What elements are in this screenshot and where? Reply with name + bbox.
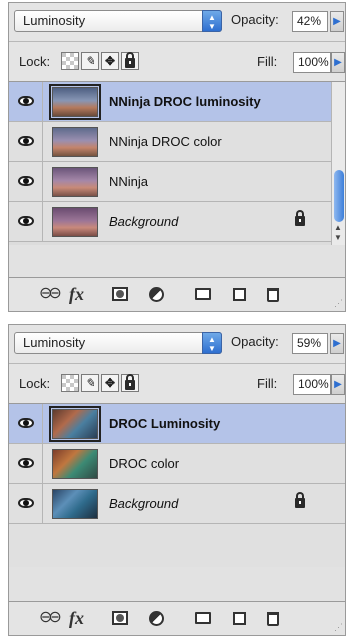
layer-thumbnail bbox=[49, 406, 101, 442]
lock-paint-icon[interactable]: ✎ bbox=[81, 52, 99, 70]
layer-name: DROC Luminosity bbox=[109, 416, 221, 431]
visibility-toggle[interactable] bbox=[9, 202, 43, 241]
blend-mode-select[interactable]: Luminosity ▲ ▼ bbox=[14, 10, 222, 32]
lock-label: Lock: bbox=[19, 376, 51, 391]
layer-row[interactable]: DROC color bbox=[9, 444, 345, 484]
add-mask-icon[interactable] bbox=[112, 287, 128, 301]
layer-row[interactable]: NNinja bbox=[9, 162, 345, 202]
lock-icon bbox=[295, 492, 305, 508]
lock-icon bbox=[125, 374, 135, 390]
layers-toolbar: ⊖⊖ fx ⋰ bbox=[9, 277, 345, 311]
layer-thumbnail bbox=[52, 127, 98, 157]
panel-options-bar: Luminosity ▲ ▼ Opacity: 59% ▶ bbox=[9, 325, 345, 363]
adjustment-layer-icon[interactable] bbox=[149, 611, 164, 626]
eye-icon bbox=[18, 458, 34, 468]
chevron-updown-icon[interactable]: ▲ ▼ bbox=[202, 10, 222, 32]
folder-icon[interactable] bbox=[195, 288, 211, 300]
fill-slider-arrow-icon[interactable]: ▶ bbox=[331, 52, 345, 73]
layers-panel-bottom: Luminosity ▲ ▼ Opacity: 59% ▶ Lock: ✎ ✥ F… bbox=[8, 324, 346, 636]
lock-position-icon[interactable]: ✥ bbox=[101, 52, 119, 70]
adjustment-layer-icon[interactable] bbox=[149, 287, 164, 302]
trash-icon[interactable] bbox=[267, 612, 279, 626]
layer-row[interactable]: Background bbox=[9, 202, 345, 242]
blend-mode-value: Luminosity bbox=[23, 13, 86, 28]
resize-grip-icon[interactable]: ⋰ bbox=[334, 622, 343, 633]
lock-transparency-icon[interactable] bbox=[61, 52, 79, 70]
eye-icon bbox=[18, 418, 34, 428]
blend-mode-value: Luminosity bbox=[23, 335, 86, 350]
fill-slider-arrow-icon[interactable]: ▶ bbox=[331, 374, 345, 395]
layer-name: NNinja DROC color bbox=[109, 134, 222, 149]
eye-icon bbox=[18, 176, 34, 186]
layer-thumbnail bbox=[52, 449, 98, 479]
visibility-toggle[interactable] bbox=[9, 444, 43, 483]
layer-thumbnail bbox=[52, 489, 98, 519]
lock-position-icon[interactable]: ✥ bbox=[101, 374, 119, 392]
scrollbar-thumb[interactable] bbox=[334, 170, 344, 222]
visibility-toggle[interactable] bbox=[9, 162, 43, 201]
layer-row[interactable]: NNinja DROC color bbox=[9, 122, 345, 162]
visibility-toggle[interactable] bbox=[9, 122, 43, 161]
layer-row[interactable]: DROC Luminosity bbox=[9, 404, 345, 444]
opacity-label: Opacity: bbox=[231, 334, 279, 349]
scroll-down-icon[interactable]: ▼ bbox=[334, 233, 342, 242]
link-layers-icon[interactable]: ⊖⊖ bbox=[39, 285, 62, 303]
fill-label: Fill: bbox=[257, 54, 278, 69]
resize-grip-icon[interactable]: ⋰ bbox=[334, 298, 343, 309]
lock-label: Lock: bbox=[19, 54, 51, 69]
layer-name: NNinja bbox=[109, 174, 149, 189]
layer-name: DROC color bbox=[109, 456, 180, 471]
add-mask-icon[interactable] bbox=[112, 611, 128, 625]
link-layers-icon[interactable]: ⊖⊖ bbox=[39, 609, 62, 627]
chevron-updown-icon[interactable]: ▲ ▼ bbox=[202, 332, 222, 354]
opacity-field[interactable]: 42% bbox=[292, 11, 328, 32]
layers-list: DROC Luminosity DROC color Background bbox=[9, 403, 345, 567]
eye-icon bbox=[18, 216, 34, 226]
new-layer-icon[interactable] bbox=[233, 288, 246, 301]
layer-row[interactable]: NNinja DROC luminosity bbox=[9, 82, 345, 122]
lock-icon bbox=[125, 52, 135, 68]
fill-field[interactable]: 100% bbox=[293, 374, 331, 395]
layers-toolbar: ⊖⊖ fx ⋰ bbox=[9, 601, 345, 635]
lock-icon bbox=[295, 210, 305, 226]
scroll-up-icon[interactable]: ▲ bbox=[334, 223, 342, 232]
lock-transparency-icon[interactable] bbox=[61, 374, 79, 392]
eye-icon bbox=[18, 136, 34, 146]
eye-icon bbox=[18, 96, 34, 106]
visibility-toggle[interactable] bbox=[9, 484, 43, 523]
folder-icon[interactable] bbox=[195, 612, 211, 624]
eye-icon bbox=[18, 498, 34, 508]
layers-scrollbar[interactable]: ▲ ▼ bbox=[331, 82, 345, 245]
layer-name: Background bbox=[109, 496, 179, 511]
trash-icon[interactable] bbox=[267, 288, 279, 302]
layers-panel-top: Luminosity ▲ ▼ Opacity: 42% ▶ Lock: ✎ ✥ F… bbox=[8, 2, 346, 312]
opacity-label: Opacity: bbox=[231, 12, 279, 27]
layer-thumbnail bbox=[52, 167, 98, 197]
layer-name: NNinja DROC luminosity bbox=[109, 94, 261, 109]
lock-paint-icon[interactable]: ✎ bbox=[81, 374, 99, 392]
opacity-slider-arrow-icon[interactable]: ▶ bbox=[330, 11, 344, 32]
lock-bar: Lock: ✎ ✥ Fill: 100% ▶ bbox=[9, 41, 345, 81]
layer-thumbnail bbox=[49, 84, 101, 120]
layers-list: NNinja DROC luminosity NNinja DROC color… bbox=[9, 81, 345, 245]
layer-style-icon[interactable]: fx bbox=[69, 609, 84, 627]
opacity-field[interactable]: 59% bbox=[292, 333, 328, 354]
lock-bar: Lock: ✎ ✥ Fill: 100% ▶ bbox=[9, 363, 345, 403]
new-layer-icon[interactable] bbox=[233, 612, 246, 625]
layer-thumbnail bbox=[52, 207, 98, 237]
opacity-slider-arrow-icon[interactable]: ▶ bbox=[330, 333, 344, 354]
panel-options-bar: Luminosity ▲ ▼ Opacity: 42% ▶ bbox=[9, 3, 345, 41]
layer-style-icon[interactable]: fx bbox=[69, 285, 84, 303]
fill-label: Fill: bbox=[257, 376, 278, 391]
blend-mode-select[interactable]: Luminosity ▲ ▼ bbox=[14, 332, 222, 354]
layer-name: Background bbox=[109, 214, 179, 229]
visibility-toggle[interactable] bbox=[9, 82, 43, 121]
lock-all-icon[interactable] bbox=[121, 52, 139, 70]
lock-all-icon[interactable] bbox=[121, 374, 139, 392]
fill-field[interactable]: 100% bbox=[293, 52, 331, 73]
visibility-toggle[interactable] bbox=[9, 404, 43, 443]
layer-row[interactable]: Background bbox=[9, 484, 345, 524]
